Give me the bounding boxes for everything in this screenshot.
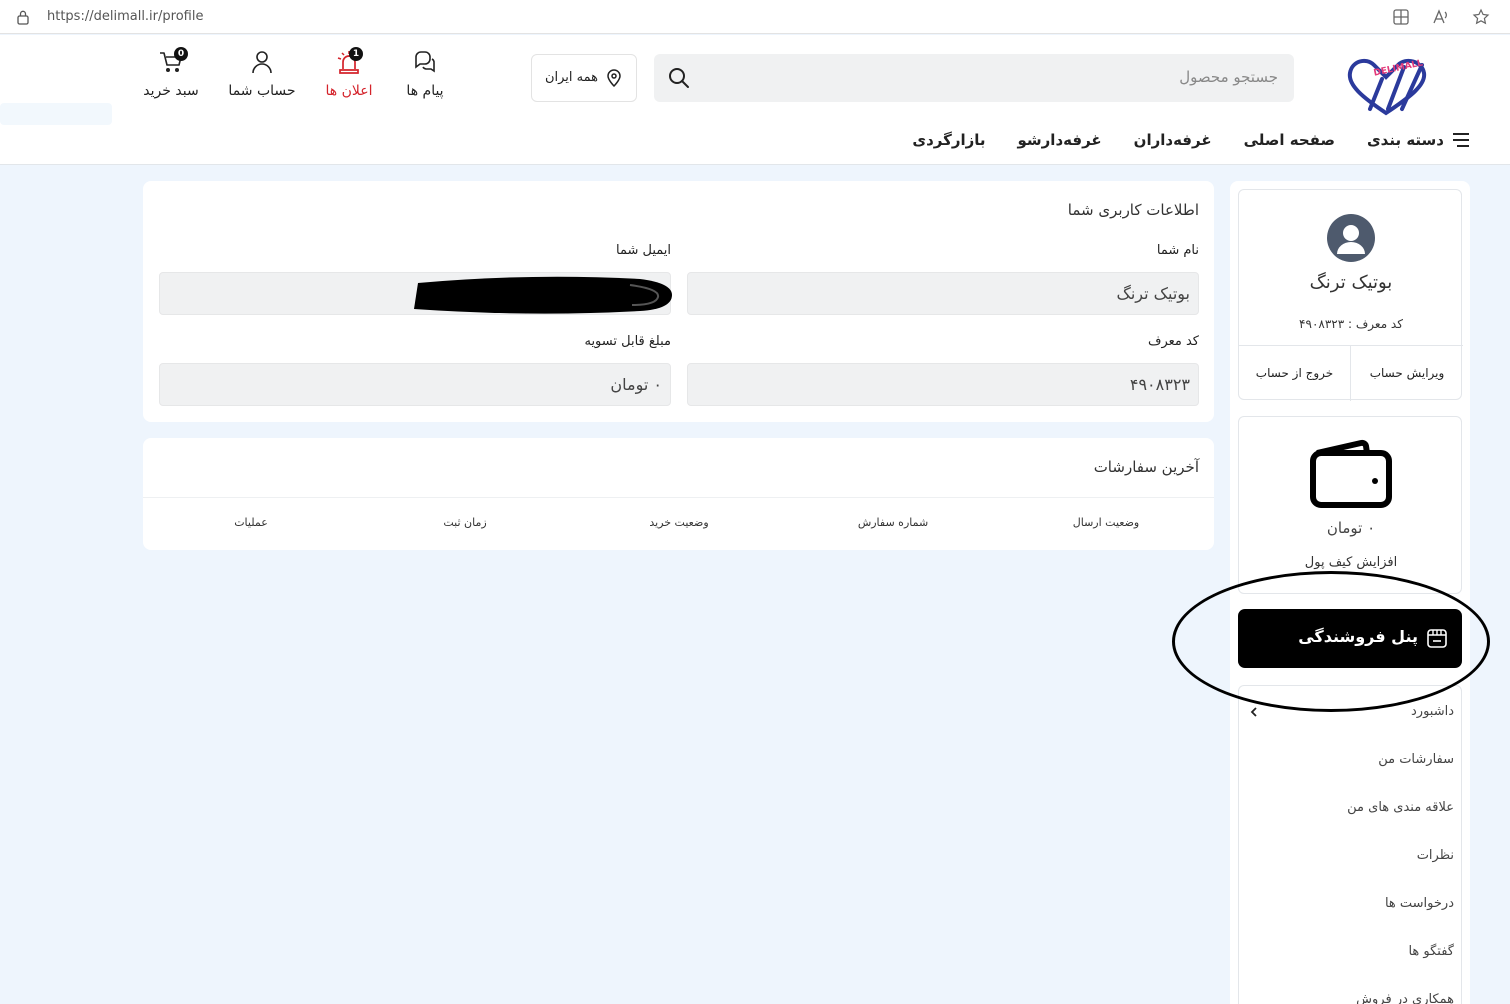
cart-badge: 0: [174, 47, 188, 61]
referral-value: ۴۹۰۸۳۲۳: [1129, 375, 1190, 394]
user-icon: [252, 51, 272, 74]
lock-icon: [17, 10, 29, 25]
avatar: [1327, 214, 1375, 262]
name-value: بوتیک ترنگ: [1116, 284, 1190, 303]
sidebar-item-requests[interactable]: درخواست ها: [1385, 896, 1454, 911]
email-label: ایمیل شما: [615, 243, 671, 258]
redaction-scribble: [414, 276, 672, 314]
notifications-label: اعلان ها: [325, 83, 373, 99]
column-shipping-status: وضعیت ارسال: [1072, 516, 1140, 529]
sidebar-menu: داشبورد سفارشات من علاقه مندی های من نظر…: [1238, 685, 1462, 1004]
messages-button[interactable]: پیام ها: [385, 49, 465, 109]
notifications-badge: 1: [349, 47, 363, 61]
user-info-card: اطلاعات کاربری شما نام شما بوتیک ترنگ ای…: [143, 181, 1214, 422]
wallet-balance: ۰ تومان: [1326, 519, 1376, 537]
search-placeholder: جستجو محصول: [1179, 68, 1278, 86]
divider: [143, 497, 1214, 498]
region-label: همه ایران: [544, 70, 598, 85]
column-actions: عملیات: [234, 516, 268, 529]
chevron-left-icon[interactable]: [1249, 706, 1259, 718]
read-aloud-icon[interactable]: [1432, 8, 1450, 26]
referral-label: کد معرف: [1147, 334, 1199, 349]
column-purchase-status: وضعیت خرید: [649, 516, 709, 529]
edit-account-button[interactable]: ویرایش حساب: [1351, 346, 1463, 401]
browser-url-bar: https://delimall.ir/profile: [0, 0, 1510, 34]
column-order-number: شماره سفارش: [857, 516, 929, 529]
search-icon[interactable]: [668, 67, 690, 89]
sidebar-item-dashboard[interactable]: داشبورد: [1411, 704, 1454, 719]
nav-categories[interactable]: دسته بندی: [1367, 131, 1470, 149]
logout-button[interactable]: خروج از حساب: [1239, 346, 1351, 401]
nav-categories-label: دسته بندی: [1366, 131, 1444, 149]
settlement-value: ۰ تومان: [610, 375, 662, 394]
wallet-topup-link[interactable]: افزایش کیف پول: [1239, 555, 1461, 570]
profile-actions: ویرایش حساب خروج از حساب: [1239, 345, 1463, 401]
nav-vendors[interactable]: غرفه‌داران: [1134, 131, 1212, 149]
highlight-circle-annotation: [1172, 571, 1490, 712]
product-search-box[interactable]: جستجو محصول: [654, 54, 1294, 102]
referral-field[interactable]: ۴۹۰۸۳۲۳: [687, 363, 1199, 406]
location-pin-icon: [607, 69, 621, 87]
url-text[interactable]: https://delimall.ir/profile: [47, 9, 203, 24]
cart-button[interactable]: 0 سبد خرید: [131, 47, 211, 109]
user-info-title: اطلاعات کاربری شما: [1067, 201, 1199, 219]
nav-become-vendor[interactable]: غرفه‌دارشو: [1018, 131, 1102, 149]
sidebar-item-orders[interactable]: سفارشات من: [1378, 752, 1454, 767]
profile-name: بوتیک ترنگ: [1309, 272, 1393, 293]
wallet-card: ۰ تومان افزایش کیف پول: [1238, 416, 1462, 594]
column-registered-time: زمان ثبت: [443, 516, 487, 529]
sidebar-item-conversations[interactable]: گفتگو ها: [1408, 944, 1454, 959]
sidebar-item-reviews[interactable]: نظرات: [1417, 848, 1454, 863]
site-header: DELIMALL جستجو محصول همه ایران پیام ها 1…: [0, 35, 1510, 165]
favorite-star-icon[interactable]: [1472, 8, 1490, 26]
sidebar-item-favorites[interactable]: علاقه مندی های من: [1347, 800, 1454, 815]
nav-browse-market[interactable]: بازارگردی: [912, 131, 985, 149]
nav-home[interactable]: صفحه اصلی: [1244, 131, 1335, 149]
name-label: نام شما: [1156, 243, 1199, 258]
email-field[interactable]: [159, 272, 672, 315]
chat-icon: [415, 51, 435, 73]
settlement-field[interactable]: ۰ تومان: [159, 363, 671, 406]
main-navigation: دسته بندی صفحه اصلی غرفه‌داران غرفه‌دارش…: [912, 127, 1470, 153]
account-button[interactable]: حساب شما: [222, 49, 302, 109]
recent-orders-title: آخرین سفارشات: [1093, 458, 1199, 476]
notifications-button[interactable]: 1 اعلان ها: [309, 47, 389, 109]
split-view-icon[interactable]: [1392, 8, 1410, 26]
settlement-label: مبلغ قابل تسویه: [584, 334, 671, 349]
wallet-icon: [1310, 439, 1392, 508]
messages-label: پیام ها: [406, 83, 444, 99]
referral-code: کد معرف : ۴۹۰۸۳۲۳: [1299, 317, 1403, 331]
account-label: حساب شما: [228, 83, 296, 99]
recent-orders-card: آخرین سفارشات وضعیت ارسال شماره سفارش وض…: [143, 438, 1214, 550]
profile-card: بوتیک ترنگ کد معرف : ۴۹۰۸۳۲۳ ویرایش حساب…: [1238, 189, 1463, 401]
name-field[interactable]: بوتیک ترنگ: [687, 272, 1199, 315]
menu-icon: [1453, 133, 1469, 147]
cart-label: سبد خرید: [143, 83, 199, 99]
faded-overlay: [0, 103, 112, 125]
sidebar-item-affiliate[interactable]: همکاری در فروش: [1356, 992, 1454, 1004]
delimall-logo[interactable]: DELIMALL: [1342, 53, 1432, 123]
region-selector[interactable]: همه ایران: [531, 54, 637, 102]
